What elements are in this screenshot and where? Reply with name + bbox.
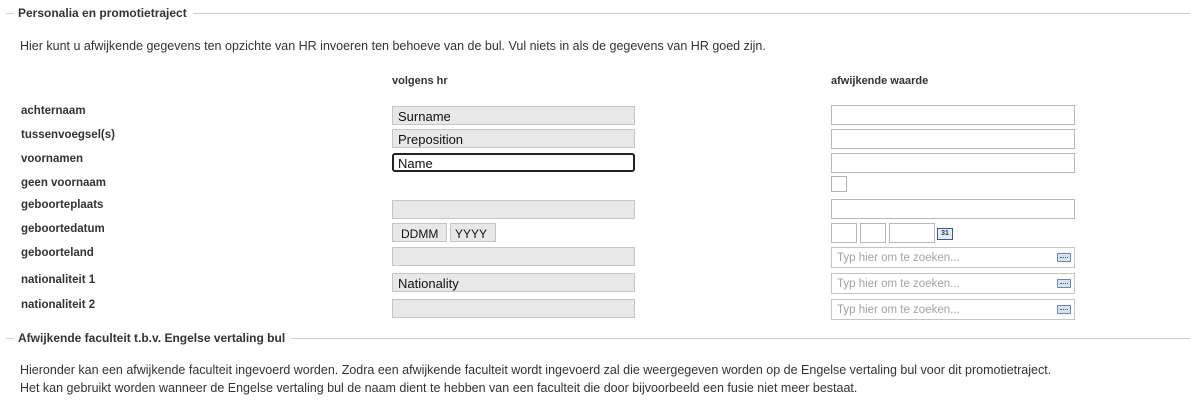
hr-tussenvoegsel: Preposition — [392, 129, 635, 148]
alt-nationaliteit-1-search[interactable]: Typ hier om te zoeken... — [831, 273, 1075, 294]
hr-nationaliteit-1: Nationality — [392, 273, 635, 292]
alt-geboorteplaats-input[interactable] — [831, 199, 1075, 219]
column-header-hr: volgens hr — [392, 75, 448, 87]
hr-geboortedatum-yyyy: YYYY — [450, 223, 496, 242]
label-tussenvoegsel: tussenvoegsel(s) — [21, 129, 115, 141]
label-geen-voornaam: geen voornaam — [21, 177, 106, 189]
hr-geboorteplaats — [392, 200, 635, 219]
legend-faculteit: Afwijkende faculteit t.b.v. Engelse vert… — [14, 330, 292, 346]
hr-ddmm-text: DDMM — [401, 227, 439, 241]
hr-voornamen: Name — [392, 153, 635, 172]
hr-nationaliteit-2 — [392, 299, 635, 318]
alt-voornamen-input[interactable] — [831, 153, 1075, 173]
intro-faculteit-line-1: Hieronder kan een afwijkende faculteit i… — [20, 363, 1052, 377]
label-geboorteland: geboorteland — [21, 247, 94, 259]
geboorteland-search-placeholder: Typ hier om te zoeken... — [837, 252, 960, 264]
keyboard-icon[interactable] — [1057, 253, 1071, 262]
label-geboorteplaats: geboorteplaats — [21, 199, 104, 211]
keyboard-icon[interactable] — [1057, 305, 1071, 314]
intro-faculteit-line-2: Het kan gebruikt worden wanneer de Engel… — [20, 381, 858, 395]
intro-personalia: Hier kunt u afwijkende gegevens ten opzi… — [20, 39, 766, 53]
fieldset-personalia: Personalia en promotietraject — [6, 5, 1190, 21]
alt-geboortedatum-month-input[interactable] — [860, 223, 886, 243]
alt-nationaliteit-2-search[interactable]: Typ hier om te zoeken... — [831, 299, 1075, 320]
geen-voornaam-checkbox[interactable] — [831, 176, 847, 192]
alt-tussenvoegsel-input[interactable] — [831, 129, 1075, 149]
hr-achternaam: Surname — [392, 106, 635, 125]
column-header-afwijkend: afwijkende waarde — [831, 75, 929, 87]
label-nationaliteit-2: nationaliteit 2 — [21, 299, 96, 311]
alt-geboortedatum-day-input[interactable] — [831, 223, 857, 243]
label-achternaam: achternaam — [21, 105, 86, 117]
hr-geboorteland — [392, 247, 635, 266]
label-voornamen: voornamen — [21, 153, 83, 165]
hr-geboortedatum-ddmm: DDMM — [392, 223, 447, 242]
label-geboortedatum: geboortedatum — [21, 223, 105, 235]
calendar-icon[interactable]: 31 — [937, 228, 953, 240]
fieldset-faculteit: Afwijkende faculteit t.b.v. Engelse vert… — [6, 330, 1190, 346]
nationaliteit-2-search-placeholder: Typ hier om te zoeken... — [837, 304, 960, 316]
alt-geboorteland-search[interactable]: Typ hier om te zoeken... — [831, 247, 1075, 268]
alt-achternaam-input[interactable] — [831, 105, 1075, 125]
alt-geboortedatum-year-input[interactable] — [889, 223, 935, 243]
label-nationaliteit-1: nationaliteit 1 — [21, 274, 96, 286]
nationaliteit-1-search-placeholder: Typ hier om te zoeken... — [837, 278, 960, 290]
legend-personalia: Personalia en promotietraject — [14, 5, 193, 21]
keyboard-icon[interactable] — [1057, 279, 1071, 288]
